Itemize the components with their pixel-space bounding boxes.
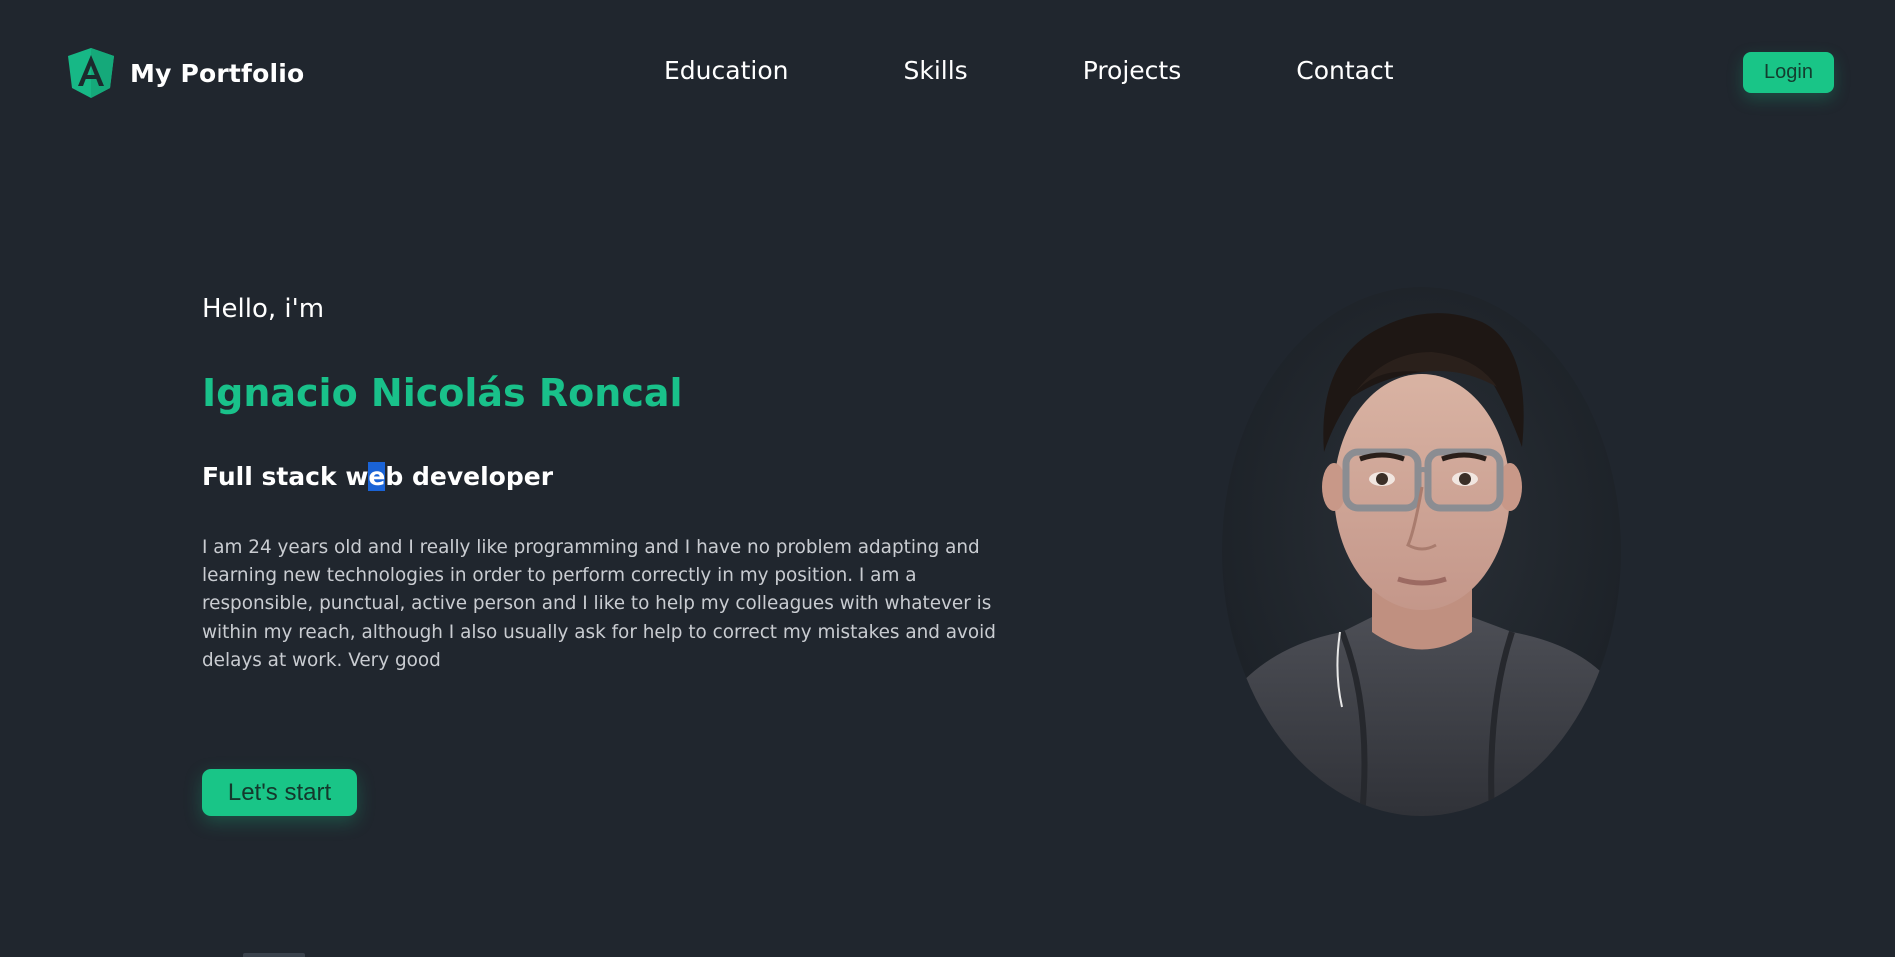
nav-projects[interactable]: Projects [1083, 54, 1182, 88]
portfolio-page: My Portfolio Education Skills Projects C… [0, 0, 1895, 957]
hero-name: Ignacio Nicolás Roncal [202, 371, 683, 415]
greeting-text: Hello, i'm [202, 294, 325, 324]
role-text-selection: e [368, 462, 386, 491]
angular-shield-icon [68, 48, 114, 98]
main-nav: Education Skills Projects Contact [664, 54, 1394, 88]
site-header: My Portfolio Education Skills Projects C… [0, 0, 1895, 145]
role-text-after: b developer [385, 462, 554, 491]
role-text-before: Full stack w [202, 462, 369, 491]
brand-link[interactable]: My Portfolio [68, 48, 304, 98]
scroll-indicator [243, 953, 305, 957]
nav-education[interactable]: Education [664, 54, 788, 88]
hero-bio: I am 24 years old and I really like prog… [202, 537, 996, 671]
nav-contact[interactable]: Contact [1296, 54, 1393, 88]
lets-start-button[interactable]: Let's start [202, 769, 357, 816]
nav-skills[interactable]: Skills [903, 54, 967, 88]
hero-role: Full stack web developer [202, 459, 553, 495]
brand-title: My Portfolio [130, 58, 305, 88]
login-button[interactable]: Login [1743, 52, 1834, 93]
profile-photo [1222, 287, 1621, 816]
profile-photo-image [1222, 287, 1621, 816]
